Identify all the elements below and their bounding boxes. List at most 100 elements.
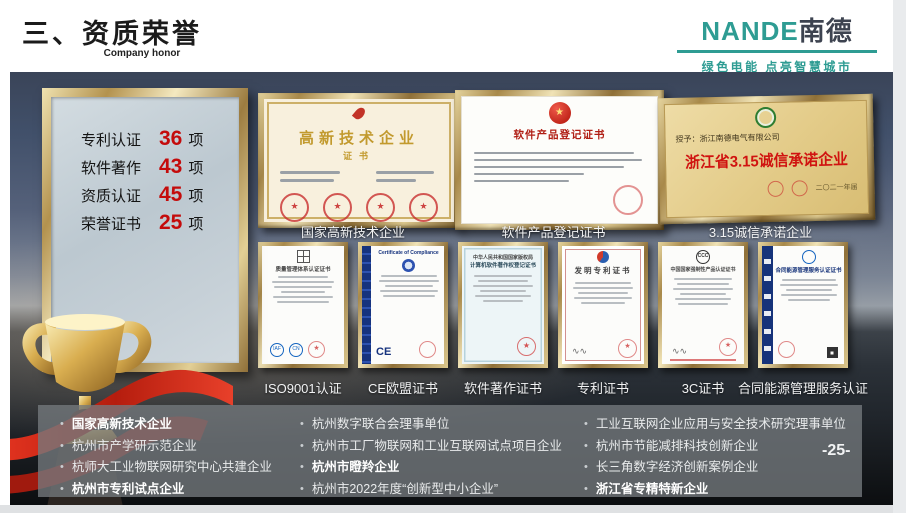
- red-seal: ★: [719, 338, 737, 356]
- bullet-icon: •: [300, 479, 304, 501]
- cec-logo-icon: [802, 250, 816, 264]
- certificate-caption: CE欧盟证书: [368, 378, 438, 397]
- stat-unit: 项: [188, 213, 203, 234]
- stat-value: 43: [159, 155, 182, 179]
- accreditation-marks: IAFCN★: [270, 341, 325, 358]
- bullet-icon: •: [300, 414, 304, 436]
- certificate-title: 质量管理体系认证证书: [262, 265, 344, 273]
- red-footer-line: [670, 359, 736, 361]
- page-title: 三、资质荣誉: [22, 12, 202, 51]
- bullet-icon: •: [584, 457, 588, 479]
- honor-item: •浙江省专精特新企业: [584, 479, 846, 501]
- certificate-year: 二〇二一年届: [816, 182, 858, 193]
- stat-label: 资质认证: [81, 185, 159, 206]
- stat-unit: 项: [188, 129, 203, 150]
- certificate-header: 中华人民共和国国家版权局: [462, 254, 544, 261]
- certificate-card-hitech: 高新技术企业 证书 ★★★★: [258, 93, 460, 228]
- certificate-card-3c: CCC 中国国家强制性产品认证证书 ∿∿ ★: [658, 242, 748, 368]
- certificate-row-bottom: 质量管理体系认证证书 IAFCN★ ISO9001认证: [258, 242, 848, 397]
- bullet-icon: •: [60, 436, 64, 458]
- certificate-card-energy-management: 合同能源管理服务认证证书: [758, 242, 848, 368]
- certificate-text-lines: [462, 142, 657, 182]
- window-edge-right: [893, 0, 906, 513]
- red-seal: [613, 185, 643, 215]
- certificate-caption: 国家高新技术企业: [301, 222, 405, 241]
- certificate-column: 质量管理体系认证证书 IAFCN★ ISO9001认证: [258, 242, 348, 397]
- certificate-title: 浙江省3.15诚信承诺企业: [679, 147, 853, 173]
- certificate-caption: 合同能源管理服务认证: [738, 378, 868, 397]
- signature: ∿∿: [572, 346, 587, 357]
- certificate-title: 高新技术企业: [264, 127, 454, 148]
- certificate-card-software-copyright: 中华人民共和国国家版权局 计算机软件著作权登记证书 ★: [458, 242, 548, 368]
- certificate-card-ce: Certificate of Compliance CE: [358, 242, 448, 368]
- signature: ∿∿: [672, 346, 687, 357]
- bullet-icon: •: [60, 479, 64, 501]
- seal-icon: [778, 341, 795, 358]
- certificate-award-line: 授予：浙江南德电气有限公司: [675, 130, 856, 145]
- honor-item: •杭州市产学研示范企业: [60, 436, 272, 458]
- honor-item: •杭州市节能减排科技创新企业: [584, 436, 846, 458]
- honors-column-2: •杭州数字联合会理事单位 •杭州市工厂物联网和工业互联网试点项目企业 •杭州市瞪…: [300, 414, 562, 500]
- ccc-logo-icon: CCC: [696, 250, 710, 264]
- certificate-caption: 3.15诚信承诺企业: [709, 222, 812, 241]
- logo-text-en: NANDE: [701, 16, 798, 46]
- ce-side-band: [362, 246, 371, 364]
- honor-item: •杭师大工业物联网研究中心共建企业: [60, 457, 272, 479]
- red-seal: [791, 180, 807, 196]
- red-star-seal: ★: [517, 337, 536, 356]
- certificate-caption: 专利证书: [577, 378, 629, 397]
- certificate-title: 软件产品登记证书: [462, 127, 657, 142]
- stat-row: 专利认证 36 项: [81, 127, 239, 155]
- bullet-icon: •: [584, 479, 588, 501]
- logo-side-band: [762, 246, 773, 364]
- page-subtitle: Company honor: [72, 48, 212, 59]
- slide-background-photo: 专利认证 36 项 软件著作 43 项 资质认证 45 项: [10, 72, 893, 505]
- logo-wordmark: NANDE南德: [677, 11, 877, 48]
- patent-logo-icon: [597, 251, 609, 263]
- flame-logo-icon: [351, 106, 366, 122]
- honor-item: •杭州市瞪羚企业: [300, 457, 562, 479]
- stat-unit: 项: [188, 185, 203, 206]
- certificate-card-315: 授予：浙江南德电气有限公司 浙江省3.15诚信承诺企业 二〇二一年届: [658, 94, 876, 224]
- honors-column-3: •工业互联网企业应用与安全技术研究理事单位 •杭州市节能减排科技创新企业 •长三…: [584, 414, 846, 500]
- stat-row: 资质认证 45 项: [81, 183, 239, 211]
- honor-item: •长三角数字经济创新案例企业: [584, 457, 846, 479]
- company-logo: NANDE南德 绿色电能 点亮智慧城市: [677, 11, 877, 75]
- certificate-title: 合同能源管理服务认证证书: [773, 266, 844, 274]
- national-emblem-icon: ★: [549, 102, 571, 124]
- bullet-icon: •: [60, 414, 64, 436]
- certificate-column: 中华人民共和国国家版权局 计算机软件著作权登记证书 ★ 软件著作证书: [458, 242, 548, 397]
- certificate-title: 中国国家强制性产品认证证书: [662, 266, 744, 273]
- certificate-title: 发明专利证书: [562, 265, 644, 276]
- logo-divider: [677, 50, 877, 53]
- logo-text-cn: 南德: [799, 16, 853, 46]
- stat-unit: 项: [188, 157, 203, 178]
- honors-panel: •国家高新技术企业 •杭州市产学研示范企业 •杭师大工业物联网研究中心共建企业 …: [38, 405, 862, 497]
- certificate-card-software-product: ★ 软件产品登记证书: [455, 90, 664, 230]
- honor-item: •杭州市工厂物联网和工业互联网试点项目企业: [300, 436, 562, 458]
- bullet-icon: •: [300, 457, 304, 479]
- green-badge-icon: [755, 107, 776, 128]
- certificate-column: CCC 中国国家强制性产品认证证书 ∿∿ ★ 3C证书: [658, 242, 748, 397]
- stat-value: 25: [159, 211, 182, 235]
- certificate-subtitle: 证书: [264, 149, 454, 162]
- red-seal: ★: [618, 339, 637, 358]
- certificate-text-lines: [264, 162, 454, 187]
- certificate-title: 计算机软件著作权登记证书: [462, 261, 544, 269]
- honors-column-1: •国家高新技术企业 •杭州市产学研示范企业 •杭师大工业物联网研究中心共建企业 …: [60, 414, 272, 500]
- stat-row: 荣誉证书 25 项: [81, 211, 239, 239]
- qr-code-icon: [827, 347, 838, 358]
- red-seals: ★★★★: [264, 193, 454, 222]
- bullet-icon: •: [300, 436, 304, 458]
- tuv-logo-icon: [402, 259, 415, 272]
- certificate-column: 发明专利证书 ∿∿ ★ 专利证书: [558, 242, 648, 397]
- seal-icon: [419, 341, 436, 358]
- iso-logo-icon: [297, 250, 310, 263]
- honor-item: •国家高新技术企业: [60, 414, 272, 436]
- certificate-card-patent: 发明专利证书 ∿∿ ★: [558, 242, 648, 368]
- page-number: -25-: [822, 442, 850, 460]
- certificate-caption: ISO9001认证: [264, 378, 341, 397]
- stat-label: 软件著作: [81, 157, 159, 178]
- window-edge-bottom: [0, 505, 893, 513]
- stat-value: 36: [159, 127, 182, 151]
